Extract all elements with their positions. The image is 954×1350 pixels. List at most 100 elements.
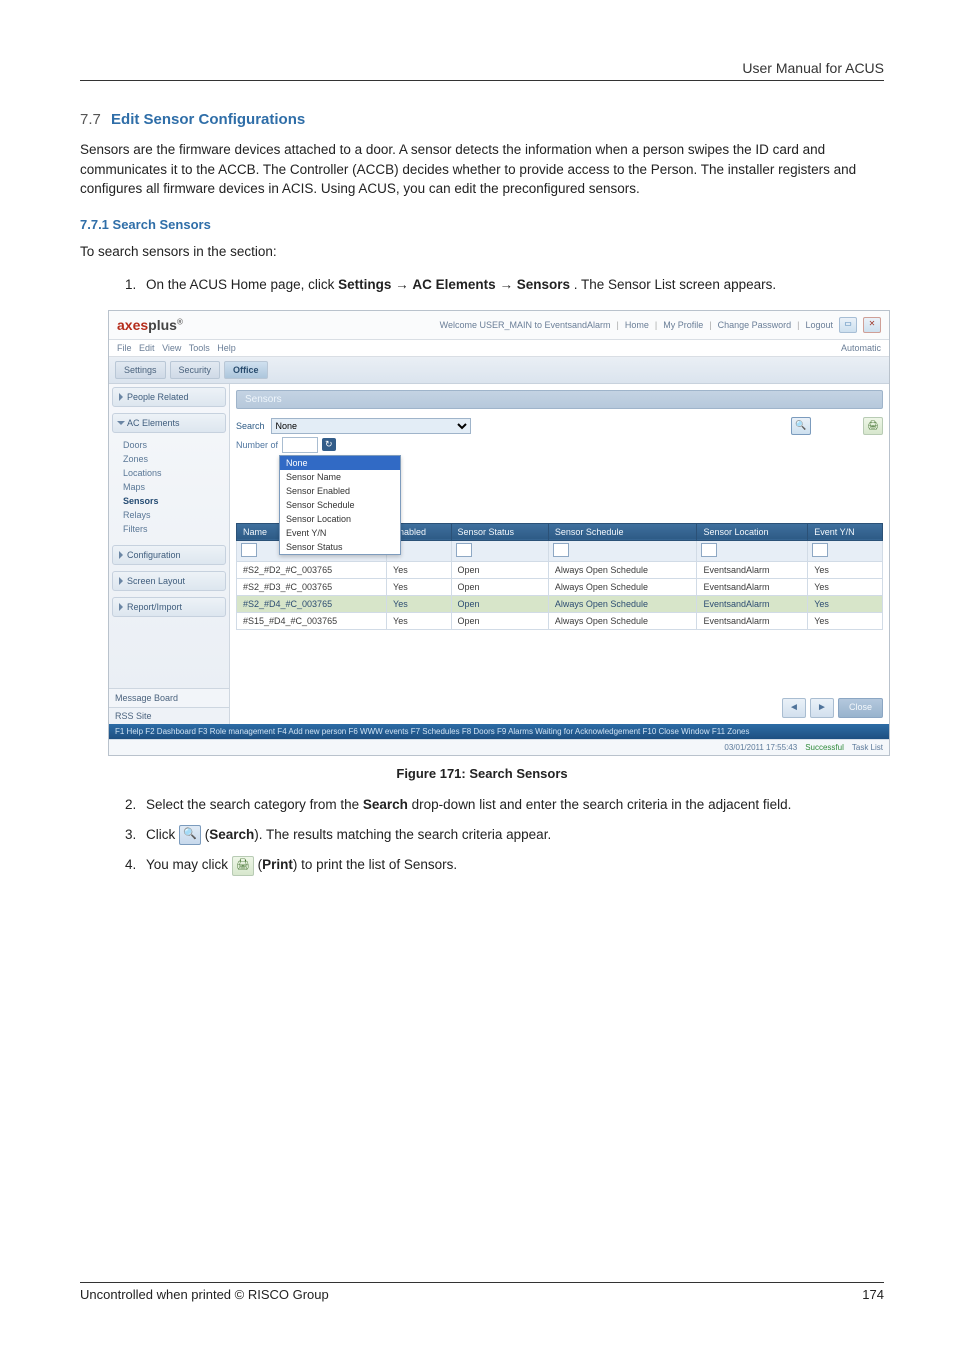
step2-search: Search (363, 797, 408, 812)
menu-view[interactable]: View (162, 343, 181, 353)
cell-enabled: Yes (387, 612, 451, 629)
prev-icon[interactable]: ◄ (782, 698, 806, 718)
dropdown-option-sensorname[interactable]: Sensor Name (280, 470, 400, 484)
cell-location: EventsandAlarm (697, 612, 808, 629)
table-row[interactable]: #S2_#D4_#C_003765YesOpenAlways Open Sche… (237, 595, 883, 612)
sidebar-item-reportimport[interactable]: Report/Import (112, 597, 226, 617)
filter-event[interactable] (812, 543, 828, 557)
step-4: You may click 🖨 (Print) to print the lis… (140, 855, 884, 875)
step4-text-a: You may click (146, 857, 232, 872)
search-icon[interactable]: 🔍 (791, 417, 811, 435)
minimize-icon[interactable]: ▭ (839, 317, 857, 333)
numberof-field[interactable] (282, 437, 318, 453)
menu-help[interactable]: Help (217, 343, 236, 353)
table-row[interactable]: #S2_#D2_#C_003765YesOpenAlways Open Sche… (237, 561, 883, 578)
arrow-icon: → (499, 277, 516, 292)
sidebar-item-configuration[interactable]: Configuration (112, 545, 226, 565)
tab-security[interactable]: Security (170, 361, 221, 379)
close-icon[interactable]: ✕ (863, 317, 881, 333)
tab-settings[interactable]: Settings (115, 361, 166, 379)
step3-text-d: ). The results matching the search crite… (254, 827, 551, 842)
print-icon[interactable]: 🖨 (863, 417, 883, 435)
step1-settings: Settings (338, 277, 391, 292)
search-label: Search (236, 421, 265, 431)
sidebar-item-sensors[interactable]: Sensors (123, 494, 225, 508)
dropdown-option-sensorstatus[interactable]: Sensor Status (280, 540, 400, 554)
step2-text-a: Select the search category from the (146, 797, 363, 812)
dropdown-option-eventyn[interactable]: Event Y/N (280, 526, 400, 540)
status-tasklist[interactable]: Task List (852, 743, 883, 752)
filter-schedule[interactable] (553, 543, 569, 557)
logo-part-b: plus (148, 317, 177, 333)
ribbon-tabs: Settings Security Office (109, 357, 889, 384)
dropdown-option-none[interactable]: None (280, 456, 400, 470)
pane-title: Sensors (236, 390, 883, 409)
step1-acelements: AC Elements (412, 277, 495, 292)
steps-list-continued: Select the search category from the Sear… (80, 795, 884, 876)
section-paragraph: Sensors are the firmware devices attache… (80, 140, 884, 199)
app-body: People Related AC Elements Doors Zones L… (109, 384, 889, 724)
step1-text-a: On the ACUS Home page, click (146, 277, 338, 292)
col-event[interactable]: Event Y/N (808, 523, 883, 540)
dropdown-option-sensorschedule[interactable]: Sensor Schedule (280, 498, 400, 512)
menu-edit[interactable]: Edit (139, 343, 155, 353)
filter-location[interactable] (701, 543, 717, 557)
col-location[interactable]: Sensor Location (697, 523, 808, 540)
cell-status: Open (451, 612, 548, 629)
welcome-text: Welcome USER_MAIN to EventsandAlarm (440, 320, 611, 330)
sidebar-item-people[interactable]: People Related (112, 387, 226, 407)
sidebar-item-acelements[interactable]: AC Elements (112, 413, 226, 433)
tab-office[interactable]: Office (224, 361, 268, 379)
link-logout[interactable]: Logout (805, 320, 833, 330)
cell-event: Yes (808, 612, 883, 629)
sidebar-item-zones[interactable]: Zones (123, 452, 225, 466)
cell-location: EventsandAlarm (697, 578, 808, 595)
subsection-heading: 7.7.1 Search Sensors (80, 217, 884, 232)
sidebar-item-maps[interactable]: Maps (123, 480, 225, 494)
arrow-icon: → (395, 277, 412, 292)
search-dropdown[interactable]: None (271, 418, 471, 434)
cell-schedule: Always Open Schedule (548, 595, 697, 612)
function-key-bar: F1 Help F2 Dashboard F3 Role management … (109, 724, 889, 739)
status-msg: Successful (805, 743, 844, 752)
cell-status: Open (451, 595, 548, 612)
steps-list: On the ACUS Home page, click Settings → … (80, 275, 884, 295)
step4-print: Print (262, 857, 293, 872)
app-logo: axesplus® (117, 317, 183, 333)
col-status[interactable]: Sensor Status (451, 523, 548, 540)
menu-file[interactable]: File (117, 343, 132, 353)
page-footer: Uncontrolled when printed © RISCO Group … (80, 1282, 884, 1302)
sidebar-item-doors[interactable]: Doors (123, 438, 225, 452)
table-row[interactable]: #S15_#D4_#C_003765YesOpenAlways Open Sch… (237, 612, 883, 629)
cell-status: Open (451, 578, 548, 595)
refresh-icon[interactable]: ↻ (322, 438, 336, 451)
message-board[interactable]: Message Board (109, 688, 229, 707)
dropdown-option-sensorlocation[interactable]: Sensor Location (280, 512, 400, 526)
dropdown-option-sensorenabled[interactable]: Sensor Enabled (280, 484, 400, 498)
sidebar-item-screenlayout[interactable]: Screen Layout (112, 571, 226, 591)
cell-event: Yes (808, 561, 883, 578)
col-schedule[interactable]: Sensor Schedule (548, 523, 697, 540)
table-row[interactable]: #S2_#D3_#C_003765YesOpenAlways Open Sche… (237, 578, 883, 595)
sidebar-item-filters[interactable]: Filters (123, 522, 225, 536)
filter-name[interactable] (241, 543, 257, 557)
menu-tools[interactable]: Tools (189, 343, 210, 353)
step1-sensors: Sensors (517, 277, 570, 292)
sidebar-ac-label: AC Elements (127, 418, 180, 428)
section-title-text: Edit Sensor Configurations (111, 111, 305, 128)
step-3: Click 🔍 (Search). The results matching t… (140, 825, 884, 845)
sidebar-item-locations[interactable]: Locations (123, 466, 225, 480)
footer-left: Uncontrolled when printed © RISCO Group (80, 1287, 329, 1302)
filter-status[interactable] (456, 543, 472, 557)
next-icon[interactable]: ► (810, 698, 834, 718)
status-time: 03/01/2011 17:55:43 (724, 743, 797, 752)
rss-site[interactable]: RSS Site (109, 707, 229, 724)
link-changepassword[interactable]: Change Password (718, 320, 792, 330)
cell-name: #S2_#D4_#C_003765 (237, 595, 387, 612)
step-2: Select the search category from the Sear… (140, 795, 884, 815)
close-button[interactable]: Close (838, 698, 883, 718)
search-area: Search None 🔍 🖨 Number of ↻ None (236, 413, 883, 630)
sidebar-item-relays[interactable]: Relays (123, 508, 225, 522)
link-myprofile[interactable]: My Profile (663, 320, 703, 330)
link-home[interactable]: Home (625, 320, 649, 330)
